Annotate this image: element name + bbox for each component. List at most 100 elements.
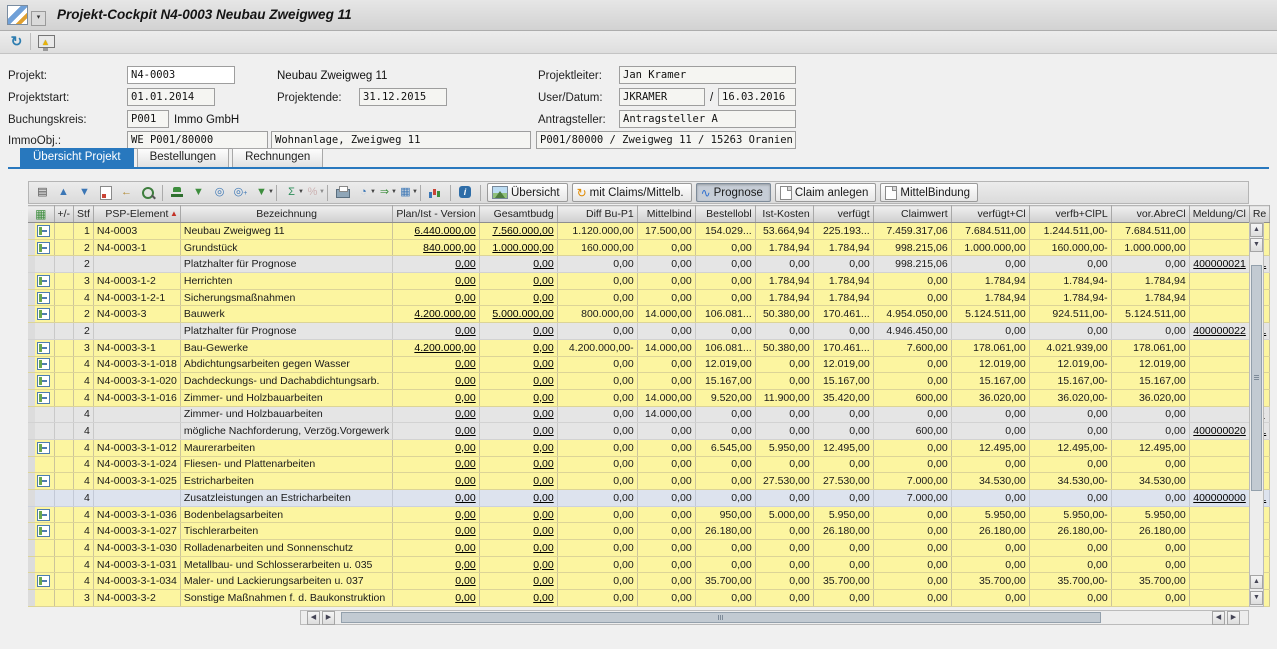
hierarchy-node-icon[interactable] xyxy=(37,475,50,487)
cell-plan[interactable]: 0,00 xyxy=(393,423,479,440)
cell-plan[interactable]: 0,00 xyxy=(393,456,479,473)
link-gesamt[interactable]: 0,00 xyxy=(533,292,553,304)
print-icon[interactable] xyxy=(333,183,352,202)
cell-gesamt[interactable]: 0,00 xyxy=(479,373,557,390)
refresh-icon[interactable]: ↻ xyxy=(7,33,26,51)
scroll-down-bottom-icon[interactable]: ▼ xyxy=(1250,591,1263,605)
filter-menu-icon[interactable]: ▼▼ xyxy=(252,183,271,202)
adresse-field[interactable]: P001/80000 / Zweigweg 11 / 15263 Oranien… xyxy=(536,131,796,149)
link-plan[interactable]: 0,00 xyxy=(455,492,475,504)
column-header-vor[interactable]: vor.AbreCl xyxy=(1111,206,1189,223)
scroll-up-icon[interactable]: ▲ xyxy=(1250,223,1263,237)
hierarchy-node-icon[interactable] xyxy=(37,342,50,354)
projektstart-field[interactable]: 01.01.2014 xyxy=(127,88,215,106)
link-gesamt[interactable]: 0,00 xyxy=(533,358,553,370)
cell-plan[interactable]: 0,00 xyxy=(393,273,479,290)
horizontal-scroll-thumb[interactable] xyxy=(341,612,1101,623)
column-header-vcl[interactable]: verfügt+Cl xyxy=(951,206,1029,223)
link-meld[interactable]: 400000020 xyxy=(1193,425,1246,437)
detail-icon[interactable]: ▤ xyxy=(33,183,52,202)
info-icon[interactable]: i xyxy=(456,183,475,202)
user-field[interactable]: JKRAMER xyxy=(619,88,705,106)
hierarchy-node-icon[interactable] xyxy=(37,292,50,304)
datum-field[interactable]: 16.03.2016 xyxy=(718,88,796,106)
hierarchy-node-icon[interactable] xyxy=(37,225,50,237)
cell-plan[interactable]: 0,00 xyxy=(393,439,479,456)
antragsteller-field[interactable]: Antragsteller A xyxy=(619,110,796,128)
cell-meld[interactable]: 400000000 xyxy=(1189,490,1249,507)
vertical-scrollbar[interactable]: ▲ ▼ ▲ ▼ xyxy=(1249,222,1264,607)
link-plan[interactable]: 0,00 xyxy=(455,458,475,470)
link-plan[interactable]: 0,00 xyxy=(455,408,475,420)
cell-meld[interactable]: 400000021 xyxy=(1189,256,1249,273)
column-header-plan[interactable]: Plan/Ist - Version xyxy=(393,206,479,223)
cell-gesamt[interactable]: 0,00 xyxy=(479,556,557,573)
cell-plan[interactable]: 0,00 xyxy=(393,556,479,573)
link-meld[interactable]: 400000021 xyxy=(1193,258,1246,270)
column-header-stf[interactable]: Stf xyxy=(74,206,94,223)
link-plan[interactable]: 0,00 xyxy=(455,442,475,454)
cell-plan[interactable]: 0,00 xyxy=(393,256,479,273)
column-header-diff[interactable]: Diff Bu-P1 xyxy=(557,206,637,223)
cell-gesamt[interactable]: 0,00 xyxy=(479,423,557,440)
link-gesamt[interactable]: 7.560.000,00 xyxy=(492,225,553,237)
column-header-verf[interactable]: verfügt xyxy=(813,206,873,223)
cell-gesamt[interactable]: 0,00 xyxy=(479,573,557,590)
link-plan[interactable]: 0,00 xyxy=(455,375,475,387)
link-plan[interactable]: 0,00 xyxy=(455,258,475,270)
export-icon[interactable]: ⇒▼ xyxy=(375,183,394,202)
scroll-right-end-icon[interactable]: ▶ xyxy=(1227,611,1240,625)
link-gesamt[interactable]: 1.000.000,00 xyxy=(492,242,553,254)
projektende-field[interactable]: 31.12.2015 xyxy=(359,88,447,106)
cell-plan[interactable]: 0,00 xyxy=(393,573,479,590)
mittelbindung-button[interactable]: MittelBindung xyxy=(880,183,978,202)
projektleiter-field[interactable]: Jan Kramer xyxy=(619,66,796,84)
cell-gesamt[interactable]: 0,00 xyxy=(479,590,557,607)
link-gesamt[interactable]: 0,00 xyxy=(533,525,553,537)
column-header-verfb[interactable]: verfb+ClPL xyxy=(1029,206,1111,223)
cell-plan[interactable]: 0,00 xyxy=(393,490,479,507)
link-gesamt[interactable]: 0,00 xyxy=(533,442,553,454)
find-next-icon[interactable]: ◎+ xyxy=(231,183,250,202)
grid-select-icon[interactable]: ▦ xyxy=(35,207,46,221)
cell-meld[interactable]: 400000020 xyxy=(1189,423,1249,440)
hierarchy-node-icon[interactable] xyxy=(37,375,50,387)
link-meld[interactable]: 400000000 xyxy=(1193,492,1246,504)
column-header-select[interactable]: ▦ xyxy=(28,206,54,223)
cell-gesamt[interactable]: 0,00 xyxy=(479,389,557,406)
hierarchy-node-icon[interactable] xyxy=(37,308,50,320)
layout-icon[interactable]: ▦▼ xyxy=(396,183,415,202)
cell-gesamt[interactable]: 0,00 xyxy=(479,289,557,306)
cell-gesamt[interactable]: 0,00 xyxy=(479,456,557,473)
scroll-right-icon[interactable]: ▶ xyxy=(322,611,335,625)
cell-gesamt[interactable]: 0,00 xyxy=(479,523,557,540)
link-gesamt[interactable]: 0,00 xyxy=(533,559,553,571)
link-plan[interactable]: 0,00 xyxy=(455,325,475,337)
link-gesamt[interactable]: 0,00 xyxy=(533,575,553,587)
column-header-bestell[interactable]: Bestellobl xyxy=(695,206,755,223)
filter-icon[interactable]: ▼ xyxy=(189,183,208,202)
cell-gesamt[interactable]: 0,00 xyxy=(479,356,557,373)
column-header-bez[interactable]: Bezeichnung xyxy=(180,206,392,223)
hierarchy-node-icon[interactable] xyxy=(37,275,50,287)
link-plan[interactable]: 0,00 xyxy=(455,392,475,404)
cell-plan[interactable]: 0,00 xyxy=(393,540,479,557)
hierarchy-node-icon[interactable] xyxy=(37,242,50,254)
cell-plan[interactable]: 0,00 xyxy=(393,473,479,490)
dropdown-caret-icon[interactable]: ▼ xyxy=(319,184,325,200)
dropdown-caret-icon[interactable]: ▼ xyxy=(412,184,418,200)
link-gesamt[interactable]: 0,00 xyxy=(533,342,553,354)
hierarchy-node-icon[interactable] xyxy=(37,442,50,454)
legend-icon[interactable] xyxy=(36,33,55,51)
cell-plan[interactable]: 0,00 xyxy=(393,356,479,373)
link-gesamt[interactable]: 0,00 xyxy=(533,458,553,470)
scroll-left-end-icon[interactable]: ◀ xyxy=(1212,611,1225,625)
column-header-meld[interactable]: Meldung/Cl xyxy=(1189,206,1249,223)
cell-plan[interactable]: 0,00 xyxy=(393,289,479,306)
sort-ascending-icon[interactable]: ▲ xyxy=(54,183,73,202)
sum-icon[interactable]: Σ▼ xyxy=(282,183,301,202)
cell-plan[interactable]: 840.000,00 xyxy=(393,239,479,256)
scroll-left-icon[interactable]: ◀ xyxy=(307,611,320,625)
scroll-down-icon[interactable]: ▼ xyxy=(1250,238,1263,252)
link-plan[interactable]: 4.200.000,00 xyxy=(414,342,475,354)
